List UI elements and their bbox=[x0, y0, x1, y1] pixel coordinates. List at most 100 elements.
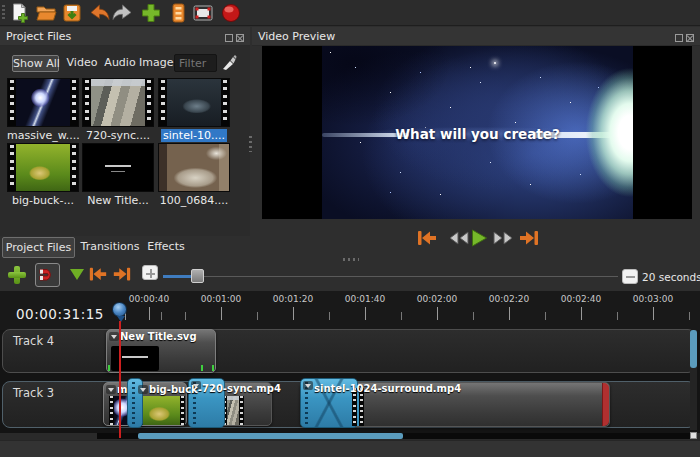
video-preview-window-icons bbox=[672, 32, 694, 45]
clip-label: big-buck- bbox=[149, 384, 202, 395]
fast-forward-button[interactable] bbox=[492, 228, 514, 248]
save-project-button[interactable] bbox=[61, 2, 83, 24]
file-item-big-buck[interactable]: big-buck-... bbox=[7, 143, 79, 207]
add-marker-icon bbox=[70, 269, 84, 280]
zoom-slider-fill bbox=[163, 275, 193, 278]
export-video-icon bbox=[220, 2, 242, 24]
file-item-100-0684[interactable]: 100_0684.... bbox=[158, 143, 230, 207]
file-thumbnail bbox=[82, 78, 154, 127]
import-files-icon bbox=[140, 2, 162, 24]
timeline-ruler[interactable]: 00:00:31:15 00:00:40 00:01:00 00:01:20 0… bbox=[0, 291, 700, 330]
toolbar-drag-handle[interactable] bbox=[2, 5, 5, 21]
track-name: Track 4 bbox=[13, 334, 54, 348]
choose-profile-button[interactable] bbox=[167, 2, 189, 24]
clip-menu-chevron-icon[interactable] bbox=[109, 332, 119, 341]
tab-transitions[interactable]: Transitions bbox=[79, 237, 141, 258]
timeline-jump-end-icon bbox=[112, 265, 132, 283]
file-name: 100_0684.... bbox=[158, 194, 230, 207]
video-preview-panel: What will you create? bbox=[252, 46, 700, 258]
export-video-button[interactable] bbox=[220, 2, 242, 24]
file-thumbnail bbox=[7, 78, 79, 127]
add-marker-button[interactable] bbox=[70, 269, 84, 280]
undo-icon bbox=[88, 2, 110, 24]
clip-menu-chevron-icon[interactable] bbox=[138, 385, 148, 394]
clip-label: New Title.svg bbox=[120, 331, 197, 342]
file-item-sintel[interactable]: sintel-10.... bbox=[158, 78, 230, 142]
video-screen: What will you create? bbox=[262, 46, 692, 219]
timeline-jump-start-button[interactable] bbox=[88, 265, 108, 283]
file-name-selected: sintel-10.... bbox=[158, 129, 230, 142]
star bbox=[494, 62, 496, 64]
track-name: Track 3 bbox=[13, 386, 54, 400]
float-panel-icon[interactable] bbox=[225, 34, 233, 42]
new-project-button[interactable] bbox=[9, 2, 31, 24]
filter-input[interactable] bbox=[174, 54, 217, 72]
tab-effects[interactable]: Effects bbox=[144, 237, 188, 258]
main-toolbar bbox=[0, 0, 700, 26]
file-name: big-buck-... bbox=[7, 194, 79, 207]
clip-right-trim-handle[interactable] bbox=[602, 383, 609, 426]
file-item-720-sync[interactable]: 720-sync.... bbox=[82, 78, 154, 142]
ruler-mark: 00:02:40 bbox=[551, 294, 611, 304]
dock-tabs-strip: Project Files Transitions Effects bbox=[0, 236, 250, 261]
project-files-title: Project Files bbox=[6, 30, 71, 43]
import-files-button[interactable] bbox=[140, 2, 162, 24]
ruler-mark: 00:01:40 bbox=[335, 294, 395, 304]
add-track-icon bbox=[8, 266, 26, 284]
clip-thumbnail bbox=[138, 396, 185, 425]
file-name: New Title... bbox=[82, 194, 154, 207]
zoom-slider-track[interactable] bbox=[163, 276, 618, 277]
video-preview-titlebar: Video Preview bbox=[252, 27, 700, 46]
undo-button[interactable] bbox=[88, 2, 110, 24]
filter-tab-image[interactable]: Image bbox=[139, 55, 173, 72]
clear-filter-brush-icon[interactable] bbox=[221, 53, 237, 71]
close-panel-icon[interactable] bbox=[686, 34, 694, 42]
ruler-mark: 00:01:00 bbox=[191, 294, 251, 304]
open-project-button[interactable] bbox=[35, 2, 57, 24]
playhead[interactable] bbox=[112, 302, 127, 317]
clip-menu-chevron-icon[interactable] bbox=[106, 385, 116, 394]
playback-controls bbox=[252, 226, 700, 250]
video-preview-title: Video Preview bbox=[258, 30, 335, 43]
current-time: 00:00:31:15 bbox=[16, 306, 104, 322]
center-on-playhead-button[interactable] bbox=[142, 265, 158, 280]
status-bar bbox=[0, 440, 700, 457]
playhead-line bbox=[119, 321, 121, 438]
timeline-hscrollbar-thumb[interactable] bbox=[138, 433, 403, 439]
add-track-button[interactable] bbox=[8, 266, 26, 284]
video-frame: What will you create? bbox=[322, 46, 633, 219]
jump-to-start-button[interactable] bbox=[416, 228, 438, 248]
redo-button[interactable] bbox=[112, 2, 134, 24]
tab-project-files[interactable]: Project Files bbox=[2, 237, 75, 258]
file-item-new-title[interactable]: New Title... bbox=[82, 143, 154, 207]
filter-tab-video[interactable]: Video bbox=[65, 55, 99, 72]
choose-profile-icon bbox=[167, 2, 189, 24]
filter-tab-audio[interactable]: Audio bbox=[103, 55, 137, 72]
video-overlay-text: What will you create? bbox=[322, 126, 633, 142]
stars bbox=[330, 52, 331, 53]
zoom-scale-button[interactable] bbox=[622, 269, 638, 284]
jump-to-end-button[interactable] bbox=[518, 228, 540, 248]
zoom-slider-handle[interactable] bbox=[191, 269, 204, 283]
project-files-window-icons bbox=[222, 32, 244, 45]
clip-thumbnail bbox=[222, 396, 244, 425]
snapping-button[interactable] bbox=[35, 263, 60, 287]
tracks-vertical-scrollbar-thumb[interactable] bbox=[690, 330, 697, 368]
timeline-hscrollbar-end[interactable] bbox=[690, 432, 697, 439]
timeline-jump-start-icon bbox=[88, 265, 108, 283]
float-panel-icon[interactable] bbox=[675, 34, 683, 42]
clip-new-title[interactable]: New Title.svg bbox=[106, 329, 216, 373]
close-panel-icon[interactable] bbox=[236, 34, 244, 42]
ruler-mark: 00:03:00 bbox=[623, 294, 683, 304]
redo-icon bbox=[112, 2, 134, 24]
play-button[interactable] bbox=[467, 228, 490, 248]
save-project-icon bbox=[61, 2, 83, 24]
clip-menu-chevron-icon[interactable] bbox=[303, 381, 313, 390]
filter-tab-show-all[interactable]: Show All bbox=[12, 55, 59, 72]
file-item-massive[interactable]: massive_w.... bbox=[7, 78, 79, 142]
clip-label: 720-sync.mp4 bbox=[202, 383, 281, 394]
fullscreen-button[interactable] bbox=[192, 2, 214, 24]
timeline-jump-end-button[interactable] bbox=[112, 265, 132, 283]
file-thumbnail bbox=[7, 143, 79, 192]
zoom-level-label: 20 seconds bbox=[642, 271, 700, 283]
